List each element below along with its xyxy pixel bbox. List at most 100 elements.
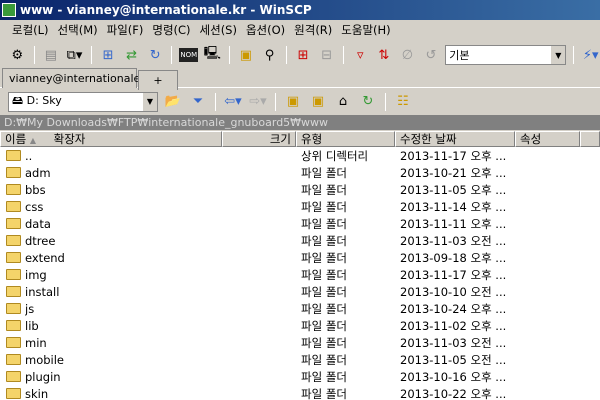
column-header: 이름 ▲ 확장자 크기 유형 수정한 날짜 속성 [0, 131, 600, 147]
file-row[interactable]: adm 파일 폴더 2013-10-21 오후 ... [0, 164, 600, 181]
file-date: 2013-10-16 오후 ... [400, 369, 507, 384]
menu-session[interactable]: 세션(S) [200, 21, 237, 40]
separator [385, 92, 386, 111]
restore-selection-icon[interactable]: ↺ [422, 45, 441, 65]
file-row[interactable]: img 파일 폴더 2013-11-17 오후 ... [0, 266, 600, 283]
menu-local[interactable]: 로컬(L) [12, 21, 49, 40]
preferences-gear-icon[interactable]: ⚙ [8, 45, 27, 65]
open-folder-icon[interactable]: 📂 [163, 92, 183, 112]
file-row[interactable]: install 파일 폴더 2013-10-10 오전 ... [0, 283, 600, 300]
file-date: 2013-11-05 오전 ... [400, 352, 507, 367]
file-type: 파일 폴더 [301, 216, 347, 231]
file-name: data [0, 217, 222, 231]
putty-icon[interactable]: 🖳 [203, 45, 222, 65]
file-row[interactable]: bbs 파일 폴더 2013-11-05 오후 ... [0, 181, 600, 198]
column-extension-label[interactable]: 확장자 [54, 132, 86, 146]
file-type: 파일 폴더 [301, 352, 347, 367]
file-row[interactable]: dtree 파일 폴더 2013-11-03 오전 ... [0, 232, 600, 249]
refresh-sync-icon[interactable]: ↻ [146, 45, 165, 65]
console-icon[interactable]: NOM [179, 48, 199, 62]
queue-icon[interactable]: ▤ [42, 45, 61, 65]
name-text: min [25, 335, 47, 350]
back-arrow-icon[interactable]: ⇦▾ [223, 92, 243, 112]
file-row[interactable]: skin 파일 폴더 2013-10-22 오후 ... [0, 385, 600, 400]
menu-file[interactable]: 파일(F) [107, 21, 144, 40]
tab-new-session[interactable]: + [138, 70, 178, 90]
filter-icon[interactable]: ▿ [351, 45, 370, 65]
file-row[interactable]: plugin 파일 폴더 2013-10-16 오후 ... [0, 368, 600, 385]
file-date: 2013-11-14 오후 ... [400, 199, 507, 214]
transfer-preset-select[interactable]: 기본 ▼ [445, 45, 567, 65]
transfer-settings-icon[interactable]: ⚡▾ [581, 45, 600, 65]
name-text: plugin [25, 369, 61, 384]
compare-icon[interactable]: ⊞ [99, 45, 118, 65]
file-name: js [0, 302, 222, 316]
column-size[interactable]: 크기 [222, 131, 296, 147]
clear-selection-icon[interactable]: ∅ [398, 45, 417, 65]
separator [90, 46, 92, 64]
folder-icon [6, 167, 21, 178]
folder-icon [6, 388, 21, 399]
name-text: bbs [25, 182, 46, 197]
file-name: lib [0, 319, 222, 333]
parent-folder-icon[interactable]: ▣ [283, 92, 303, 112]
file-row[interactable]: mobile 파일 폴더 2013-11-05 오전 ... [0, 351, 600, 368]
main-toolbar: ⚙ ▤ ⧉▾ ⊞ ⇄ ↻ NOM 🖳 ▣ ⚲ ⊞ ⊟ ▿ ⇅ ∅ ↺ 기본 ▼ ⚡… [0, 42, 600, 68]
synchronize-icon[interactable]: ⇄ [122, 45, 141, 65]
file-name: dtree [0, 234, 222, 248]
name-text: css [25, 199, 44, 214]
name-text: .. [25, 148, 33, 163]
copy-icon[interactable]: ⧉▾ [65, 45, 84, 65]
column-date[interactable]: 수정한 날짜 [395, 131, 515, 147]
folder-icon [6, 252, 21, 263]
file-date: 2013-11-03 오전 ... [400, 233, 507, 248]
name-text: data [25, 216, 51, 231]
file-name: min [0, 336, 222, 350]
forward-arrow-icon[interactable]: ⇨▾ [248, 92, 268, 112]
file-row[interactable]: data 파일 폴더 2013-11-11 오후 ... [0, 215, 600, 232]
refresh-icon[interactable]: ↻ [358, 92, 378, 112]
column-name[interactable]: 이름 ▲ 확장자 [0, 131, 222, 147]
drive-select[interactable]: 🖴 D: Sky ▼ [8, 91, 158, 112]
tab-session[interactable]: vianney@internationale.kr [2, 68, 155, 88]
tree-icon[interactable]: ☷ [393, 92, 413, 112]
name-text: lib [25, 318, 39, 333]
home-icon[interactable]: ⌂ [333, 92, 353, 112]
menu-help[interactable]: 도움말(H) [341, 21, 390, 40]
separator [228, 46, 230, 64]
column-type[interactable]: 유형 [296, 131, 395, 147]
menu-remote[interactable]: 원격(R) [294, 21, 332, 40]
menu-options[interactable]: 옵션(O) [246, 21, 285, 40]
select-plus-icon[interactable]: ⊞ [294, 45, 313, 65]
filter-icon[interactable]: ⏷ [188, 92, 208, 112]
root-folder-icon[interactable]: ▣ [308, 92, 328, 112]
file-row[interactable]: js 파일 폴더 2013-10-24 오후 ... [0, 300, 600, 317]
name-text: js [25, 301, 35, 316]
file-name: .. [0, 149, 222, 163]
file-row[interactable]: extend 파일 폴더 2013-09-18 오후 ... [0, 249, 600, 266]
file-date: 2013-10-24 오후 ... [400, 301, 507, 316]
binoculars-icon[interactable]: ⚲ [260, 45, 279, 65]
file-row[interactable]: .. 상위 디렉터리 2013-11-17 오후 ... [0, 147, 600, 164]
file-type: 파일 폴더 [301, 267, 347, 282]
chevron-down-icon: ▼ [551, 46, 566, 64]
folder-icon [6, 184, 21, 195]
file-type: 파일 폴더 [301, 369, 347, 384]
select-minus-icon[interactable]: ⊟ [317, 45, 336, 65]
column-attributes[interactable]: 속성 [515, 131, 580, 147]
invert-selection-icon[interactable]: ⇅ [375, 45, 394, 65]
file-row[interactable]: css 파일 폴더 2013-11-14 오후 ... [0, 198, 600, 215]
find-files-icon[interactable]: ▣ [237, 45, 256, 65]
menu-select[interactable]: 선택(M) [58, 21, 98, 40]
file-type: 파일 폴더 [301, 284, 347, 299]
name-text: skin [25, 386, 49, 400]
menu-command[interactable]: 명령(C) [152, 21, 190, 40]
folder-icon [6, 371, 21, 382]
file-date: 2013-11-17 오후 ... [400, 267, 507, 282]
file-date: 2013-11-17 오후 ... [400, 148, 507, 163]
separator [171, 46, 173, 64]
drive-label: D: Sky [26, 94, 62, 107]
file-date: 2013-09-18 오후 ... [400, 250, 507, 265]
file-row[interactable]: lib 파일 폴더 2013-11-02 오후 ... [0, 317, 600, 334]
file-row[interactable]: min 파일 폴더 2013-11-03 오전 ... [0, 334, 600, 351]
